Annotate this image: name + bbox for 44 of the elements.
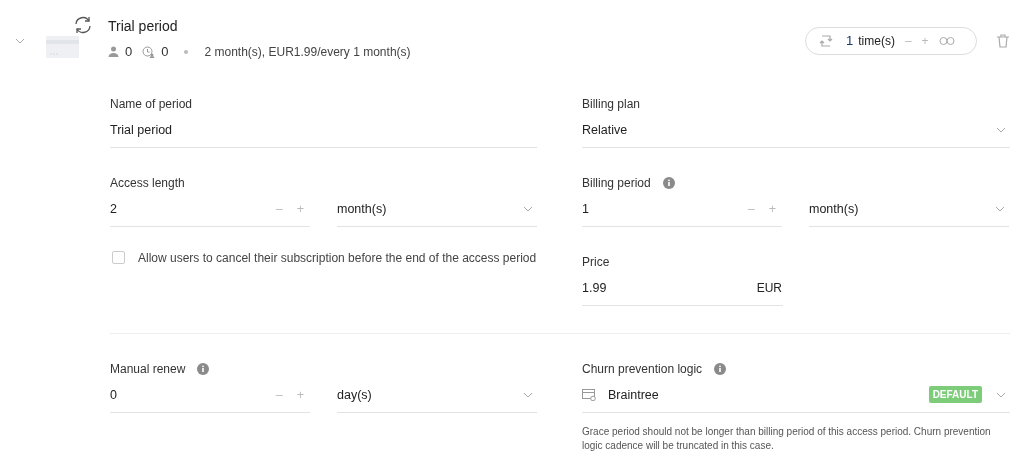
- users-count: 0: [125, 43, 133, 61]
- field-label: Name of period: [110, 96, 193, 113]
- field-label: Billing plan: [582, 96, 641, 113]
- renewals-count: 0: [161, 43, 169, 61]
- repeat-icon: [818, 33, 834, 49]
- payment-card-icon: [582, 389, 596, 401]
- text-field[interactable]: Trial period: [110, 121, 537, 148]
- card-icon: [46, 36, 79, 58]
- unit-dropdown[interactable]: day(s): [337, 386, 537, 413]
- plan-dropdown[interactable]: Relative: [582, 121, 1010, 148]
- number-field[interactable]: 1 – +: [582, 200, 782, 227]
- field-label: Access length: [110, 175, 185, 192]
- repeat-count: 1: [846, 32, 854, 51]
- field-label: Billing period: [582, 175, 651, 192]
- period-title: Trial period: [108, 17, 179, 36]
- chevron-down-icon: [996, 127, 1006, 133]
- delete-button[interactable]: [997, 34, 1009, 48]
- info-icon: [662, 177, 675, 189]
- chevron-down-icon: [523, 392, 533, 398]
- info-icon: [714, 363, 727, 375]
- field-label: Manual renew: [110, 361, 186, 378]
- unit-dropdown[interactable]: month(s): [809, 200, 1009, 227]
- unit-dropdown[interactable]: month(s): [337, 200, 537, 227]
- churn-dropdown[interactable]: Braintree DEFAULT: [582, 386, 1010, 413]
- checkbox-label: Allow users to cancel their subscription before the end of the access period: [138, 250, 537, 267]
- clock-user-icon: [142, 45, 156, 58]
- number-field[interactable]: 2 – +: [110, 200, 310, 227]
- helper-text: Grace period should not be longer than billing period of this access period. Churn prevention logic cadence will be truncated in this case.: [582, 425, 992, 453]
- infinity-button[interactable]: [938, 37, 955, 45]
- info-icon: [197, 363, 210, 375]
- number-field[interactable]: 0 – +: [110, 386, 310, 413]
- chevron-down-icon: [996, 392, 1006, 398]
- default-badge: DEFAULT: [928, 386, 982, 403]
- chevron-down-icon: [995, 206, 1005, 212]
- price-field[interactable]: 1.99 EUR: [582, 279, 783, 306]
- refresh-icon: [73, 16, 93, 34]
- repeat-unit: time(s): [858, 33, 895, 50]
- field-label: Churn prevention logic: [582, 361, 703, 378]
- user-icon: [108, 46, 119, 58]
- checkbox[interactable]: [112, 251, 125, 264]
- period-summary: 2 month(s), EUR1.99/every 1 month(s): [204, 43, 411, 61]
- chevron-down-icon[interactable]: [15, 38, 25, 44]
- chevron-down-icon: [523, 206, 533, 212]
- field-label: Price: [582, 254, 610, 271]
